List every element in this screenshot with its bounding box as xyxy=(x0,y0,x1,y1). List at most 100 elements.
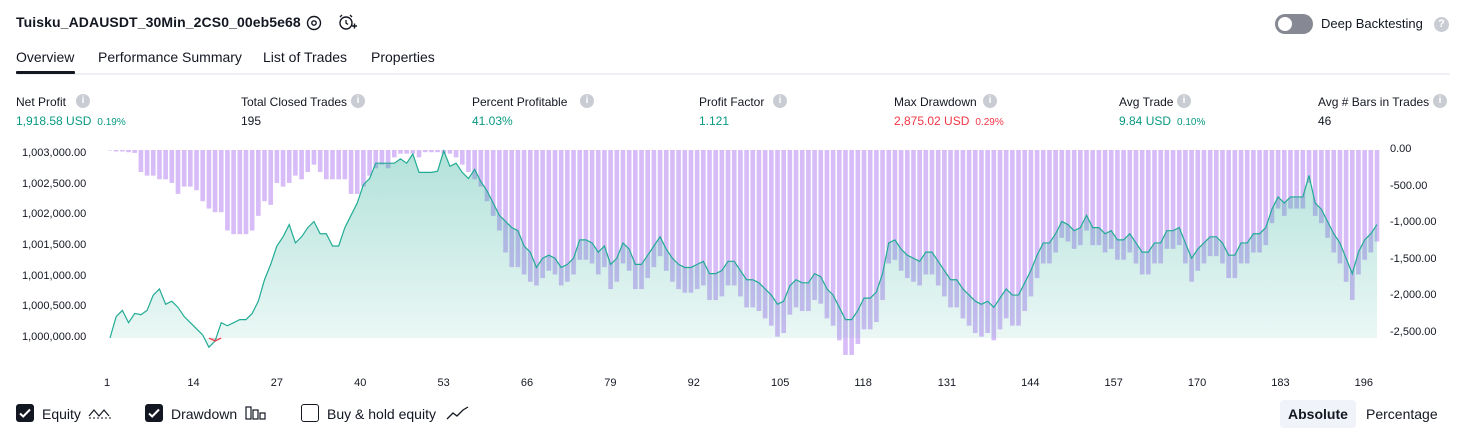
drawdown-bar xyxy=(459,150,465,165)
left-axis-tick: 1,000,000.00 xyxy=(22,331,87,343)
right-axis-tick: -1,000.00 xyxy=(1390,216,1437,229)
metric-label: Net Profit xyxy=(16,95,67,109)
drawdown-bar xyxy=(422,150,428,153)
info-icon[interactable]: i xyxy=(76,94,90,108)
drawdown-bar xyxy=(416,150,422,158)
drawdown-bar xyxy=(330,150,335,180)
x-axis-tick: 170 xyxy=(1187,377,1207,389)
drawdown-bar xyxy=(157,150,162,180)
active-tab-indicator xyxy=(16,71,75,74)
drawdown-bar xyxy=(237,150,243,235)
drawdown-bar xyxy=(280,150,286,187)
x-axis-tick: 92 xyxy=(687,377,700,389)
metric-value-text: 9.84 USD xyxy=(1119,114,1172,128)
drawdown-checkbox[interactable] xyxy=(145,404,163,422)
x-axis-tick: 131 xyxy=(937,377,957,389)
drawdown-bar xyxy=(311,150,317,165)
x-axis-tick: 196 xyxy=(1354,377,1373,389)
metric-value-text: 1.121 xyxy=(699,114,730,128)
x-axis-tick: 14 xyxy=(187,377,200,389)
x-axis-tick: 118 xyxy=(854,377,872,389)
drawdown-bar xyxy=(361,150,366,187)
drawdown-bar xyxy=(293,150,298,176)
drawdown-bar xyxy=(200,150,206,202)
drawdown-bar xyxy=(268,150,274,205)
equity-legend-label: Equity xyxy=(42,406,81,422)
equity-checkbox[interactable] xyxy=(16,404,34,422)
drawdown-bar xyxy=(138,150,144,172)
right-axis-tick: -2,500.00 xyxy=(1390,326,1437,338)
metric-label: Max Drawdown xyxy=(894,95,977,109)
x-axis-tick: 1 xyxy=(104,377,111,389)
drawdown-legend-label: Drawdown xyxy=(171,406,238,422)
right-axis-tick: -2,000.00 xyxy=(1390,289,1437,302)
drawdown-bar xyxy=(169,150,175,183)
drawdown-bar xyxy=(113,150,119,152)
drawdown-bar xyxy=(447,150,453,154)
drawdown-bar xyxy=(132,150,138,153)
drawdown-bar xyxy=(317,150,323,172)
drawdown-bar xyxy=(225,150,230,231)
drawdown-bar xyxy=(546,150,552,271)
metric-value: 9.84 USD 0.10% xyxy=(1119,114,1205,128)
drawdown-bar xyxy=(150,150,156,176)
right-axis-tick: -1,500.00 xyxy=(1390,252,1437,265)
x-axis-tick: 40 xyxy=(354,377,367,389)
absolute-toggle[interactable]: Absolute xyxy=(1280,400,1356,428)
drawdown-bar xyxy=(212,150,218,213)
drawdown-bar xyxy=(194,150,199,191)
info-icon[interactable]: i xyxy=(580,94,594,108)
left-axis-tick: 1,002,500.00 xyxy=(22,177,87,190)
drawdown-bar xyxy=(126,150,131,153)
metric-value: 1,918.58 USD 0.19% xyxy=(16,114,126,128)
tab-overview[interactable]: Overview xyxy=(16,49,74,65)
x-axis-tick: 157 xyxy=(1104,377,1123,389)
x-axis-tick: 79 xyxy=(604,377,617,389)
drawdown-bar xyxy=(435,150,440,153)
drawdown-bar xyxy=(453,150,459,158)
tab-list-of-trades[interactable]: List of Trades xyxy=(263,49,347,65)
add-alert-icon[interactable] xyxy=(337,13,357,33)
drawdown-bars-icon xyxy=(244,404,268,427)
deep-backtesting-help-icon[interactable]: ? xyxy=(1434,17,1449,32)
drawdown-bar xyxy=(249,150,255,231)
drawdown-bar xyxy=(429,150,434,153)
drawdown-bar xyxy=(367,150,372,176)
drawdown-bar xyxy=(107,150,113,151)
left-axis-tick: 1,001,500.00 xyxy=(22,239,87,251)
info-icon[interactable]: i xyxy=(1433,94,1447,108)
info-icon[interactable]: i xyxy=(983,94,997,108)
drawdown-bar xyxy=(379,150,385,165)
toggle-knob xyxy=(1278,17,1292,31)
metric-label: Avg # Bars in Trades xyxy=(1318,95,1430,109)
metric-label: Profit Factor xyxy=(699,95,765,109)
settings-icon[interactable] xyxy=(304,13,324,33)
x-axis-tick: 53 xyxy=(437,377,450,389)
left-axis-tick: 1,002,000.00 xyxy=(22,208,87,221)
buy-hold-legend-label: Buy & hold equity xyxy=(327,406,436,422)
drawdown-bar xyxy=(391,150,397,158)
deep-backtesting-toggle[interactable] xyxy=(1275,14,1313,34)
info-icon[interactable]: i xyxy=(773,94,787,108)
drawdown-bar xyxy=(466,150,471,172)
drawdown-bar xyxy=(336,150,341,180)
metric-value-text: 41.03% xyxy=(472,114,513,128)
info-icon[interactable]: i xyxy=(1177,94,1191,108)
right-axis-tick: -500.00 xyxy=(1390,179,1428,192)
metric-percent: 0.19% xyxy=(97,117,126,128)
drawdown-bar xyxy=(175,150,181,194)
drawdown-bar xyxy=(552,150,558,275)
tab-performance-summary[interactable]: Performance Summary xyxy=(98,49,242,65)
drawdown-bar xyxy=(299,150,304,180)
info-icon[interactable]: i xyxy=(351,94,365,108)
metric-value-text: 1,918.58 USD xyxy=(16,114,92,128)
metric-value-text: 2,875.02 USD xyxy=(894,114,970,128)
drawdown-bar xyxy=(181,150,187,187)
x-axis-tick: 144 xyxy=(1021,377,1040,389)
metric-value: 41.03% xyxy=(472,114,513,128)
metric-label: Percent Profitable xyxy=(472,95,568,109)
tab-properties[interactable]: Properties xyxy=(371,49,435,65)
percentage-toggle[interactable]: Percentage xyxy=(1358,400,1446,428)
buy-hold-checkbox[interactable] xyxy=(301,404,319,422)
drawdown-bar xyxy=(120,150,125,152)
